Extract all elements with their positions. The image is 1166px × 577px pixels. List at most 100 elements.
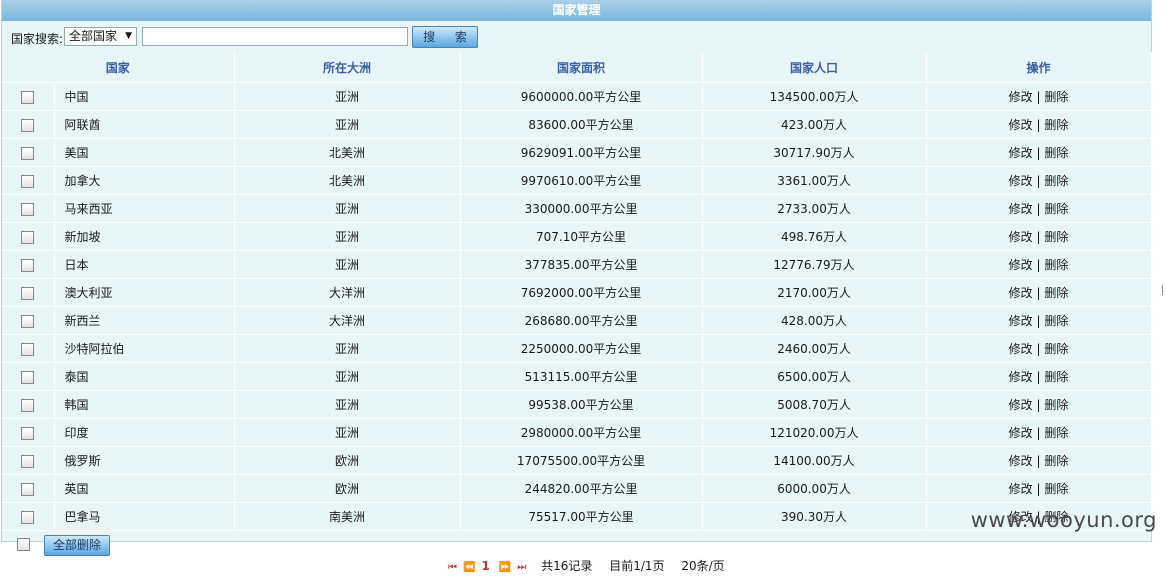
area-cell: 17075500.00平方公里 bbox=[460, 446, 703, 475]
edit-link[interactable]: 修改 bbox=[1009, 118, 1033, 132]
row-checkbox-cell bbox=[2, 418, 55, 447]
country-name: 俄罗斯 bbox=[54, 446, 235, 475]
delete-link[interactable]: 删除 bbox=[1044, 454, 1068, 468]
row-checkbox[interactable] bbox=[21, 314, 35, 328]
population-cell: 498.76万人 bbox=[702, 222, 927, 251]
search-input[interactable] bbox=[142, 27, 408, 46]
edit-link[interactable]: 修改 bbox=[1009, 370, 1033, 384]
delete-link[interactable]: 删除 bbox=[1044, 174, 1068, 188]
delete-all-button[interactable]: 全部删除 bbox=[44, 535, 110, 556]
continent-cell: 亚洲 bbox=[234, 250, 461, 279]
area-cell: 513115.00平方公里 bbox=[460, 362, 703, 391]
actions-cell: 修改 | 删除 bbox=[926, 194, 1152, 223]
edit-link[interactable]: 修改 bbox=[1009, 230, 1033, 244]
continent-cell: 亚洲 bbox=[234, 110, 461, 139]
prev-page-icon[interactable]: ⏪ bbox=[463, 562, 475, 573]
row-checkbox[interactable] bbox=[21, 342, 35, 356]
row-checkbox[interactable] bbox=[21, 174, 35, 188]
row-checkbox[interactable] bbox=[21, 482, 35, 496]
row-checkbox[interactable] bbox=[21, 230, 35, 244]
row-checkbox[interactable] bbox=[21, 202, 35, 216]
table-row: 阿联酋 亚洲 83600.00平方公里 423.00万人 修改 | 删除 bbox=[2, 110, 1152, 139]
delete-link[interactable]: 删除 bbox=[1044, 90, 1068, 104]
delete-link[interactable]: 删除 bbox=[1044, 398, 1068, 412]
row-checkbox-cell bbox=[2, 250, 55, 279]
edit-link[interactable]: 修改 bbox=[1009, 286, 1033, 300]
row-checkbox-cell bbox=[2, 278, 55, 307]
row-checkbox[interactable] bbox=[21, 398, 35, 412]
select-all-checkbox[interactable] bbox=[17, 538, 30, 551]
delete-link[interactable]: 删除 bbox=[1044, 426, 1068, 440]
area-cell: 330000.00平方公里 bbox=[460, 194, 703, 223]
row-checkbox[interactable] bbox=[21, 286, 35, 300]
delete-link[interactable]: 删除 bbox=[1044, 118, 1068, 132]
edit-link[interactable]: 修改 bbox=[1009, 342, 1033, 356]
continent-cell: 北美洲 bbox=[234, 138, 461, 167]
delete-link[interactable]: 删除 bbox=[1044, 202, 1068, 216]
row-checkbox[interactable] bbox=[21, 426, 35, 440]
actions-cell: 修改 | 删除 bbox=[926, 278, 1152, 307]
country-name: 加拿大 bbox=[54, 166, 235, 195]
action-separator: | bbox=[1036, 202, 1041, 216]
population-cell: 3361.00万人 bbox=[702, 166, 927, 195]
delete-link[interactable]: 删除 bbox=[1044, 342, 1068, 356]
row-checkbox[interactable] bbox=[21, 90, 35, 104]
scrollbar-edge[interactable] bbox=[1162, 285, 1166, 295]
delete-link[interactable]: 删除 bbox=[1044, 370, 1068, 384]
table-row: 中国 亚洲 9600000.00平方公里 134500.00万人 修改 | 删除 bbox=[2, 82, 1152, 111]
population-cell: 6500.00万人 bbox=[702, 362, 927, 391]
row-checkbox[interactable] bbox=[21, 118, 35, 132]
edit-link[interactable]: 修改 bbox=[1009, 258, 1033, 272]
actions-cell: 修改 | 删除 bbox=[926, 418, 1152, 447]
action-separator: | bbox=[1036, 370, 1041, 384]
last-page-icon[interactable]: ⏭ bbox=[517, 562, 526, 573]
continent-cell: 亚洲 bbox=[234, 82, 461, 111]
row-checkbox[interactable] bbox=[21, 370, 35, 384]
population-cell: 30717.90万人 bbox=[702, 138, 927, 167]
table-row: 俄罗斯 欧洲 17075500.00平方公里 14100.00万人 修改 | 删除 bbox=[2, 446, 1152, 475]
country-filter-select[interactable]: 全部国家 ▼ bbox=[64, 27, 137, 46]
edit-link[interactable]: 修改 bbox=[1009, 314, 1033, 328]
edit-link[interactable]: 修改 bbox=[1009, 454, 1033, 468]
row-checkbox[interactable] bbox=[21, 146, 35, 160]
delete-link[interactable]: 删除 bbox=[1044, 482, 1068, 496]
header-area: 国家面积 bbox=[460, 52, 703, 83]
row-checkbox[interactable] bbox=[21, 454, 35, 468]
population-cell: 5008.70万人 bbox=[702, 390, 927, 419]
actions-cell: 修改 | 删除 bbox=[926, 306, 1152, 335]
actions-cell: 修改 | 删除 bbox=[926, 110, 1152, 139]
delete-link[interactable]: 删除 bbox=[1044, 230, 1068, 244]
first-page-icon[interactable]: ⏮ bbox=[448, 562, 457, 573]
population-cell: 423.00万人 bbox=[702, 110, 927, 139]
row-checkbox-cell bbox=[2, 194, 55, 223]
area-cell: 268680.00平方公里 bbox=[460, 306, 703, 335]
edit-link[interactable]: 修改 bbox=[1009, 90, 1033, 104]
country-name: 新加坡 bbox=[54, 222, 235, 251]
row-checkbox-cell bbox=[2, 334, 55, 363]
population-cell: 14100.00万人 bbox=[702, 446, 927, 475]
table-footer: 全部删除 ⏮ ⏪ 1 ⏩ ⏭ 共16记录 目前1/1页 20条/页 bbox=[2, 531, 1151, 577]
continent-cell: 北美洲 bbox=[234, 166, 461, 195]
edit-link[interactable]: 修改 bbox=[1009, 426, 1033, 440]
row-checkbox-cell bbox=[2, 138, 55, 167]
actions-cell: 修改 | 删除 bbox=[926, 362, 1152, 391]
area-cell: 9600000.00平方公里 bbox=[460, 82, 703, 111]
action-separator: | bbox=[1036, 174, 1041, 188]
delete-link[interactable]: 删除 bbox=[1044, 286, 1068, 300]
row-checkbox[interactable] bbox=[21, 258, 35, 272]
header-population: 国家人口 bbox=[702, 52, 927, 83]
current-page-link[interactable]: 1 bbox=[481, 559, 489, 573]
row-checkbox[interactable] bbox=[21, 510, 35, 524]
delete-link[interactable]: 删除 bbox=[1044, 146, 1068, 160]
edit-link[interactable]: 修改 bbox=[1009, 398, 1033, 412]
next-page-icon[interactable]: ⏩ bbox=[499, 562, 511, 573]
edit-link[interactable]: 修改 bbox=[1009, 146, 1033, 160]
edit-link[interactable]: 修改 bbox=[1009, 482, 1033, 496]
table-row: 加拿大 北美洲 9970610.00平方公里 3361.00万人 修改 | 删除 bbox=[2, 166, 1152, 195]
edit-link[interactable]: 修改 bbox=[1009, 174, 1033, 188]
search-button[interactable]: 搜 索 bbox=[412, 26, 478, 48]
row-checkbox-cell bbox=[2, 362, 55, 391]
edit-link[interactable]: 修改 bbox=[1009, 202, 1033, 216]
delete-link[interactable]: 删除 bbox=[1044, 314, 1068, 328]
delete-link[interactable]: 删除 bbox=[1044, 258, 1068, 272]
